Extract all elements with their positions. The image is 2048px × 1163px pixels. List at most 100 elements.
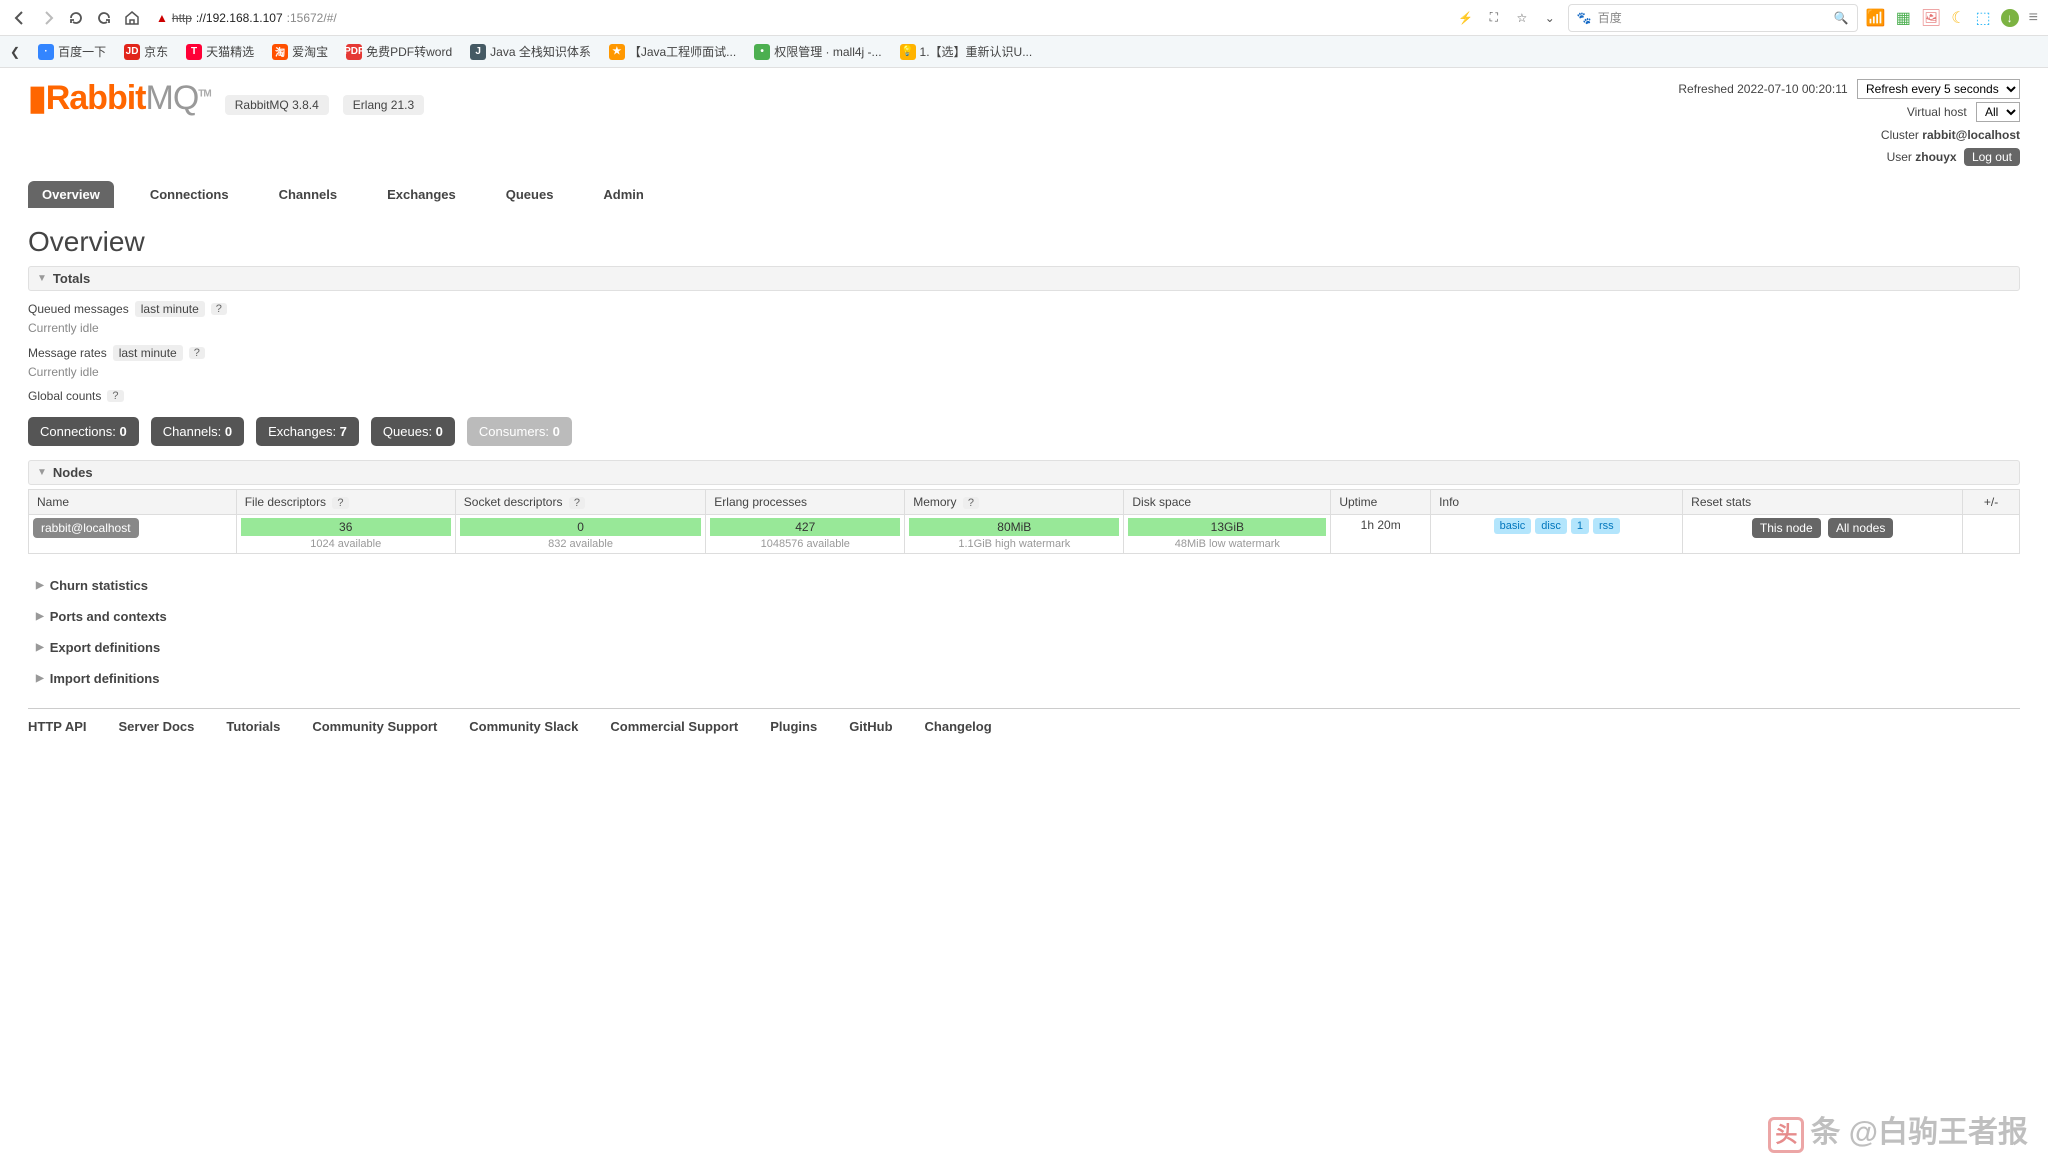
expand-cell[interactable] [1963,515,2020,554]
home-icon[interactable] [122,8,142,28]
pic-icon[interactable]: 🖼 [1921,8,1941,28]
section-ports[interactable]: Ports and contexts [28,605,2020,628]
count-pill[interactable]: Consumers: 0 [467,417,572,446]
node-name-badge[interactable]: rabbit@localhost [33,518,139,538]
section-churn[interactable]: Churn statistics [28,574,2020,597]
baidu-icon: 🐾 [1577,11,1592,25]
expand-icon[interactable]: ⛶ [1484,8,1504,28]
help-icon[interactable]: ? [332,497,348,509]
footer-link[interactable]: HTTP API [28,719,87,734]
bookmark-item[interactable]: •权限管理 · mall4j -... [754,43,881,60]
star-icon[interactable]: ☆ [1512,8,1532,28]
tab-connections[interactable]: Connections [136,181,243,208]
queued-idle-text: Currently idle [28,321,2020,335]
main-tabs: Overview Connections Channels Exchanges Queu… [28,181,2020,208]
section-totals[interactable]: Totals [28,266,2020,291]
section-import[interactable]: Import definitions [28,667,2020,690]
browser-nav-bar: ▲ http://192.168.1.107:15672/#/ ⚡ ⛶ ☆ ⌄ … [0,0,2048,36]
help-icon[interactable]: ? [189,347,205,359]
bookmark-label: 京东 [144,43,168,60]
bookmark-item[interactable]: JD京东 [124,43,168,60]
logout-button[interactable]: Log out [1964,148,2020,166]
footer-link[interactable]: GitHub [849,719,892,734]
watermark: 头条 @白驹王者报 [1768,1107,2028,1153]
apps-icon[interactable]: ▦ [1896,8,1911,28]
table-header: Name [29,490,237,515]
sd-bar: 0 [460,518,702,536]
bookmark-favicon: T [186,44,202,60]
download-icon[interactable]: ↓ [2001,9,2019,27]
tab-channels[interactable]: Channels [265,181,352,208]
reset-this-node-button[interactable]: This node [1752,518,1821,538]
count-pill[interactable]: Channels: 0 [151,417,244,446]
bookmark-item[interactable]: 💡1.【选】重新认识U... [900,43,1033,60]
uptime-cell: 1h 20m [1331,515,1431,554]
help-icon[interactable]: ? [107,390,123,402]
rabbitmq-logo: ▮RabbitMQTM [28,78,211,118]
footer-link[interactable]: Community Support [312,719,437,734]
page-title: Overview [28,226,2020,258]
last-minute-badge: last minute [113,345,183,361]
back-icon[interactable] [10,8,30,28]
crop-icon[interactable]: ⬚ [1976,8,1991,28]
browser-search-box[interactable]: 🐾 百度 🔍 [1568,4,1858,32]
refresh-interval-select[interactable]: Refresh every 5 seconds [1857,79,2020,99]
url-host: ://192.168.1.107 [196,11,283,25]
bookmark-item[interactable]: ★【Java工程师面试... [609,43,736,60]
count-pill[interactable]: Queues: 0 [371,417,455,446]
tab-exchanges[interactable]: Exchanges [373,181,470,208]
cluster-label: Cluster [1881,128,1919,142]
user-value: zhouyx [1915,150,1956,164]
flash-icon[interactable]: ⚡ [1456,8,1476,28]
fd-sub: 1024 available [241,538,451,550]
reset-all-nodes-button[interactable]: All nodes [1828,518,1893,538]
section-export[interactable]: Export definitions [28,636,2020,659]
footer-link[interactable]: Plugins [770,719,817,734]
erlang-badge: Erlang 21.3 [343,95,424,115]
chevron-down-icon[interactable]: ⌄ [1540,8,1560,28]
footer-link[interactable]: Tutorials [226,719,280,734]
help-icon[interactable]: ? [211,303,227,315]
bookmark-label: 【Java工程师面试... [629,43,736,60]
bookmark-favicon: 淘 [272,44,288,60]
vhost-label: Virtual host [1907,105,1967,119]
search-icon[interactable]: 🔍 [1834,11,1849,25]
help-icon[interactable]: ? [569,497,585,509]
vhost-select[interactable]: All [1976,102,2020,122]
section-nodes[interactable]: Nodes [28,460,2020,485]
moon-icon[interactable]: ☾ [1951,8,1965,28]
count-pill[interactable]: Exchanges: 7 [256,417,359,446]
bookmark-item[interactable]: JJava 全栈知识体系 [470,43,591,60]
bookmark-item[interactable]: 淘爱淘宝 [272,43,328,60]
status-area: Refreshed 2022-07-10 00:20:11 Refresh ev… [1678,78,2020,169]
help-icon[interactable]: ? [963,497,979,509]
undo-icon[interactable] [94,8,114,28]
forward-icon[interactable] [38,8,58,28]
fd-bar: 36 [241,518,451,536]
reload-icon[interactable] [66,8,86,28]
table-header: Memory ? [905,490,1124,515]
tab-admin[interactable]: Admin [589,181,657,208]
bookmark-item[interactable]: PDF免费PDF转word [346,43,452,60]
wifi-icon[interactable]: 📶 [1866,8,1886,28]
bookmark-item[interactable]: T天猫精选 [186,43,254,60]
info-tag: basic [1494,518,1532,534]
footer-link[interactable]: Changelog [925,719,992,734]
mem-sub: 1.1GiB high watermark [909,538,1119,550]
bookmark-item[interactable]: ·百度一下 [38,43,106,60]
bookmark-prev-icon[interactable]: ❮ [10,45,20,59]
tab-overview[interactable]: Overview [28,181,114,208]
mem-bar: 80MiB [909,518,1119,536]
menu-icon[interactable]: ≡ [2029,9,2038,27]
footer-link[interactable]: Community Slack [469,719,578,734]
bookmark-label: 权限管理 · mall4j -... [774,43,881,60]
footer-link[interactable]: Commercial Support [610,719,738,734]
last-minute-badge: last minute [135,301,205,317]
rates-idle-text: Currently idle [28,365,2020,379]
url-bar[interactable]: ▲ http://192.168.1.107:15672/#/ [150,5,1448,31]
disk-sub: 48MiB low watermark [1128,538,1326,550]
count-pill[interactable]: Connections: 0 [28,417,139,446]
bookmarks-bar: ❮ ·百度一下 JD京东 T天猫精选 淘爱淘宝 PDF免费PDF转word JJava 全… [0,36,2048,68]
tab-queues[interactable]: Queues [492,181,568,208]
footer-link[interactable]: Server Docs [119,719,195,734]
